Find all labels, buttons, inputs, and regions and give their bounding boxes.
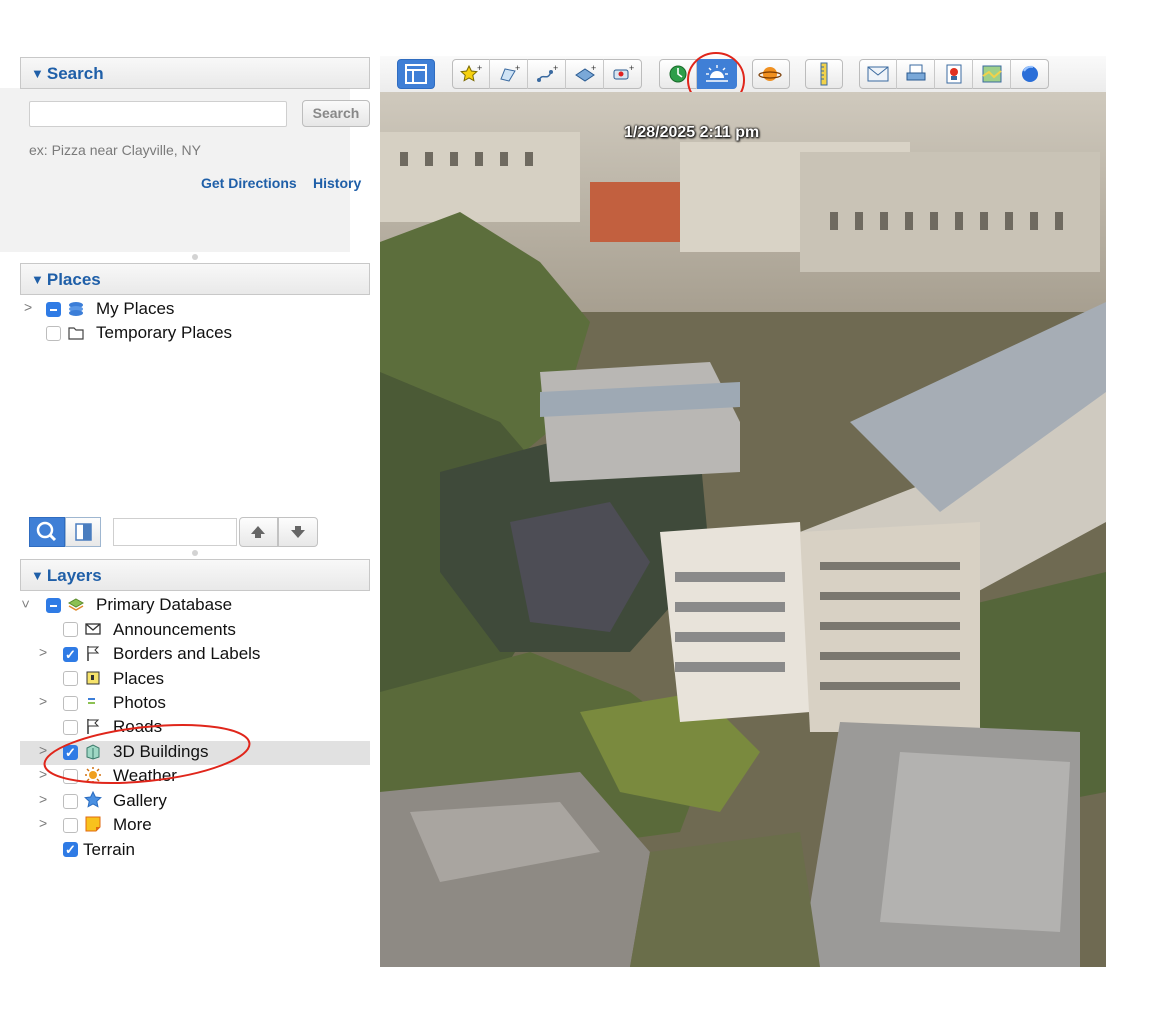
print-icon — [906, 64, 925, 81]
places-layer-checkbox[interactable] — [63, 671, 78, 686]
panel-toggle-button[interactable] — [65, 517, 101, 547]
save-image-button[interactable] — [935, 59, 973, 89]
my-places-label: My Places — [96, 299, 175, 318]
chevron-down-icon[interactable]: > — [18, 600, 34, 608]
resize-handle[interactable] — [192, 550, 198, 556]
get-directions-link[interactable]: Get Directions — [201, 175, 297, 191]
places-layer-label: Places — [113, 669, 165, 688]
email-button[interactable] — [859, 59, 897, 89]
envelope-icon — [85, 623, 101, 635]
annotation-ellipse — [43, 724, 251, 784]
add-image-overlay-button[interactable]: + — [566, 59, 604, 89]
sidebar-toggle-button[interactable] — [397, 59, 435, 89]
chevron-right-icon[interactable]: > — [39, 693, 47, 709]
primary-database-label: Primary Database — [96, 595, 233, 614]
ruler-icon — [820, 62, 828, 86]
earth-icon — [1022, 65, 1038, 82]
announcements-checkbox[interactable] — [63, 622, 78, 637]
add-polygon-icon: + — [499, 63, 520, 82]
announcements-label: Announcements — [113, 620, 236, 639]
temporary-places-checkbox[interactable] — [46, 326, 61, 341]
svg-text:+: + — [515, 63, 520, 73]
record-tour-button[interactable]: + — [604, 59, 642, 89]
borders-and-labels-label: Borders and Labels — [113, 644, 261, 663]
move-up-button[interactable] — [239, 517, 278, 547]
map-timestamp: 1/28/2025 2:11 pm — [624, 124, 760, 141]
add-path-icon: + — [536, 63, 558, 82]
add-polygon-button[interactable]: + — [490, 59, 528, 89]
add-image-overlay-icon: + — [574, 63, 596, 82]
ruler-button[interactable] — [805, 59, 843, 89]
layers-header[interactable]: ▼ Layers — [20, 559, 370, 591]
sidebar-toggle-icon — [405, 64, 427, 84]
svg-text:+: + — [553, 63, 558, 73]
chevron-right-icon[interactable]: > — [24, 299, 32, 315]
temporary-places-label: Temporary Places — [96, 323, 233, 342]
view-in-maps-icon — [981, 65, 1002, 83]
collapse-triangle-icon: ▼ — [31, 272, 44, 287]
svg-text:+: + — [591, 63, 596, 73]
globe-stack-icon — [69, 302, 83, 316]
photos-label: Photos — [113, 693, 166, 712]
add-path-button[interactable]: + — [528, 59, 566, 89]
search-hint: ex: Pizza near Clayville, NY — [29, 142, 201, 158]
terrain-label: Terrain — [83, 840, 135, 859]
save-image-icon — [946, 64, 961, 84]
chevron-right-icon[interactable]: > — [39, 815, 47, 831]
resize-handle[interactable] — [192, 254, 198, 260]
collapse-triangle-icon: ▼ — [31, 66, 44, 81]
history-link[interactable]: History — [313, 175, 361, 191]
search-mode-button[interactable] — [29, 517, 65, 547]
places-header[interactable]: ▼ Places — [20, 263, 370, 295]
more-checkbox[interactable] — [63, 818, 78, 833]
map-view[interactable] — [380, 92, 1106, 967]
gallery-label: Gallery — [113, 791, 167, 810]
my-places-checkbox[interactable] — [46, 302, 61, 317]
arrow-up-icon — [251, 526, 265, 538]
svg-text:+: + — [477, 63, 482, 73]
flag-icon — [87, 646, 100, 661]
map-imagery — [380, 92, 1106, 967]
panel-toggle-icon — [75, 523, 92, 541]
gallery-checkbox[interactable] — [63, 794, 78, 809]
print-button[interactable] — [897, 59, 935, 89]
arrow-down-icon — [291, 526, 305, 538]
borders-and-labels-checkbox[interactable]: ✓ — [63, 647, 78, 662]
add-placemark-icon: + — [459, 63, 482, 82]
email-icon — [867, 66, 888, 82]
planets-button[interactable] — [752, 59, 790, 89]
star-icon — [84, 791, 102, 808]
terrain-checkbox[interactable]: ✓ — [63, 842, 78, 857]
primary-database-checkbox[interactable] — [46, 598, 61, 613]
add-placemark-button[interactable]: + — [452, 59, 490, 89]
search-header[interactable]: ▼ Search — [20, 57, 370, 89]
chevron-right-icon[interactable]: > — [39, 644, 47, 660]
record-tour-icon: + — [613, 63, 634, 80]
svg-text:+: + — [629, 63, 634, 73]
layers-stack-icon — [67, 598, 85, 611]
sticky-note-icon — [85, 816, 101, 832]
move-down-button[interactable] — [278, 517, 318, 547]
view-in-maps-button[interactable] — [973, 59, 1011, 89]
folder-icon — [68, 327, 84, 340]
magnifier-icon — [36, 521, 57, 542]
nav-field[interactable] — [113, 518, 237, 546]
earth-button[interactable] — [1011, 59, 1049, 89]
collapse-triangle-icon: ▼ — [31, 568, 44, 583]
search-input[interactable] — [29, 101, 287, 127]
more-label: More — [113, 815, 152, 834]
planets-icon — [758, 67, 782, 81]
photo-icon — [88, 698, 95, 704]
chevron-right-icon[interactable]: > — [39, 791, 47, 807]
place-square-icon — [86, 671, 100, 685]
search-button[interactable]: Search — [302, 100, 370, 127]
photos-checkbox[interactable] — [63, 696, 78, 711]
